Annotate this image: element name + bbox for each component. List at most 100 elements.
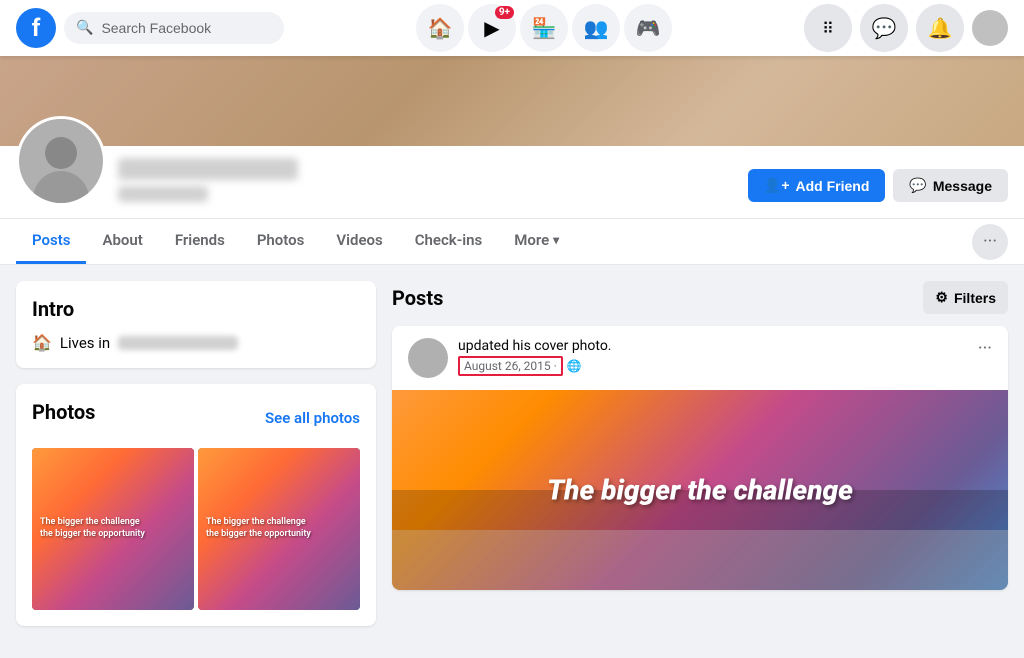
groups-nav-button[interactable]: 👥 — [572, 4, 620, 52]
profile-tabs: Posts About Friends Photos Videos Check-… — [0, 219, 1024, 265]
profile-details — [118, 158, 748, 206]
post-action-label: updated his cover photo. — [458, 338, 612, 354]
message-icon: 💬 — [909, 177, 926, 194]
filters-button[interactable]: ⚙ Filters — [923, 281, 1008, 314]
photos-card: Photos See all photos The bigger the cha… — [16, 384, 376, 626]
grid-icon: ⠿ — [822, 19, 834, 38]
add-friend-icon: 👤+ — [764, 177, 790, 194]
search-input[interactable] — [101, 20, 272, 36]
tab-posts[interactable]: Posts — [16, 219, 86, 264]
store-icon: 🏪 — [532, 16, 557, 40]
left-column: Intro 🏠 Lives in Photos See all photos T… — [16, 281, 376, 642]
nav-right-section: ⠿ 💬 🔔 — [804, 4, 1008, 52]
notifications-button[interactable]: 🔔 — [916, 4, 964, 52]
tab-posts-label: Posts — [32, 231, 70, 249]
profile-avatar — [16, 116, 106, 206]
notification-badge: 9+ — [495, 6, 514, 19]
post-info: updated his cover photo. August 26, 2015… — [458, 338, 978, 376]
store-nav-button[interactable]: 🏪 — [520, 4, 568, 52]
photo-overlay-1: The bigger the challenge the bigger the … — [32, 448, 194, 610]
profile-actions: 👤+ Add Friend 💬 Message — [748, 169, 1008, 206]
profile-name-blurred — [118, 158, 298, 180]
post-meta: August 26, 2015 · 🌐 — [458, 356, 978, 376]
tabs-more-options-button[interactable]: ··· — [972, 224, 1008, 260]
post-action-text: updated his cover photo. — [458, 338, 978, 354]
tab-more[interactable]: More ▾ — [498, 219, 575, 264]
intro-title: Intro — [32, 297, 360, 321]
posts-section-title: Posts — [392, 286, 443, 310]
avatar-body — [33, 171, 89, 203]
photos-title: Photos — [32, 400, 95, 424]
photo-thumb-1[interactable]: The bigger the challenge the bigger the … — [32, 448, 194, 610]
tab-photos-label: Photos — [257, 231, 305, 249]
profile-info: 👤+ Add Friend 💬 Message — [0, 146, 1024, 218]
photo-sub-1: the bigger the opportunity — [40, 529, 186, 541]
location-blurred — [118, 336, 238, 350]
post-date[interactable]: August 26, 2015 · — [458, 356, 563, 376]
grid-menu-button[interactable]: ⠿ — [804, 4, 852, 52]
post-image-text: The bigger the challenge — [547, 474, 853, 507]
tab-friends[interactable]: Friends — [159, 219, 241, 264]
top-navigation: f 🔍 🏠 ▶ 9+ 🏪 👥 🎮 ⠿ 💬 🔔 — [0, 0, 1024, 56]
profile-area: 👤+ Add Friend 💬 Message — [0, 56, 1024, 219]
home-intro-icon: 🏠 — [32, 333, 52, 352]
gaming-nav-button[interactable]: 🎮 — [624, 4, 672, 52]
tab-photos[interactable]: Photos — [241, 219, 321, 264]
home-nav-button[interactable]: 🏠 — [416, 4, 464, 52]
photo-thumb-2[interactable]: The bigger the challenge the bigger the … — [198, 448, 360, 610]
post-header: updated his cover photo. August 26, 2015… — [392, 326, 1008, 390]
add-friend-label: Add Friend — [796, 178, 870, 194]
bell-icon: 🔔 — [928, 16, 953, 40]
tab-more-label: More — [514, 231, 549, 249]
photos-header: Photos See all photos — [32, 400, 360, 436]
tab-about[interactable]: About — [86, 219, 158, 264]
messenger-button[interactable]: 💬 — [860, 4, 908, 52]
messenger-icon: 💬 — [872, 16, 897, 40]
video-icon: ▶ — [484, 16, 499, 40]
ellipsis-icon: ··· — [983, 231, 997, 252]
lives-in-label: Lives in — [60, 334, 110, 352]
photo-sub-2: the bigger the opportunity — [206, 529, 352, 541]
post-author-avatar[interactable] — [408, 338, 448, 378]
tabs-list: Posts About Friends Photos Videos Check-… — [16, 219, 575, 264]
add-friend-button[interactable]: 👤+ Add Friend — [748, 169, 886, 202]
filters-icon: ⚙ — [935, 289, 948, 306]
tab-videos-label: Videos — [336, 231, 382, 249]
post-visibility-icon: 🌐 — [567, 359, 582, 373]
filters-label: Filters — [954, 290, 996, 306]
video-nav-button[interactable]: ▶ 9+ — [468, 4, 516, 52]
main-content: Intro 🏠 Lives in Photos See all photos T… — [0, 265, 1024, 658]
see-all-photos-link[interactable]: See all photos — [265, 409, 360, 427]
post-image-bottom-overlay — [392, 530, 1008, 590]
post-card: updated his cover photo. August 26, 2015… — [392, 326, 1008, 590]
avatar-head — [45, 137, 77, 169]
post-more-options[interactable]: ··· — [978, 338, 992, 359]
nav-center-section: 🏠 ▶ 9+ 🏪 👥 🎮 — [416, 4, 672, 52]
profile-sub-blurred — [118, 186, 208, 202]
search-icon: 🔍 — [76, 20, 93, 36]
search-box[interactable]: 🔍 — [64, 12, 284, 44]
photos-grid: The bigger the challenge the bigger the … — [32, 448, 360, 610]
home-icon: 🏠 — [428, 16, 453, 40]
message-button[interactable]: 💬 Message — [893, 169, 1008, 202]
facebook-logo[interactable]: f — [16, 8, 56, 48]
tab-videos[interactable]: Videos — [320, 219, 398, 264]
right-column: Posts ⚙ Filters updated his cover photo.… — [392, 281, 1008, 642]
lives-in-item: 🏠 Lives in — [32, 333, 360, 352]
post-image: The bigger the challenge — [392, 390, 1008, 590]
tab-checkins-label: Check-ins — [415, 231, 482, 249]
message-label: Message — [933, 178, 992, 194]
photo-quote-2: The bigger the challenge — [206, 517, 352, 529]
tab-friends-label: Friends — [175, 231, 225, 249]
user-avatar-nav[interactable] — [972, 10, 1008, 46]
tab-checkins[interactable]: Check-ins — [399, 219, 498, 264]
photo-overlay-2: The bigger the challenge the bigger the … — [198, 448, 360, 610]
intro-card: Intro 🏠 Lives in — [16, 281, 376, 368]
logo-text: f — [32, 14, 41, 42]
avatar-silhouette — [19, 119, 103, 203]
photo-quote-1: The bigger the challenge — [40, 517, 186, 529]
tab-about-label: About — [102, 231, 142, 249]
groups-icon: 👥 — [584, 16, 609, 40]
nav-left-section: f 🔍 — [16, 8, 284, 48]
posts-header: Posts ⚙ Filters — [392, 281, 1008, 314]
